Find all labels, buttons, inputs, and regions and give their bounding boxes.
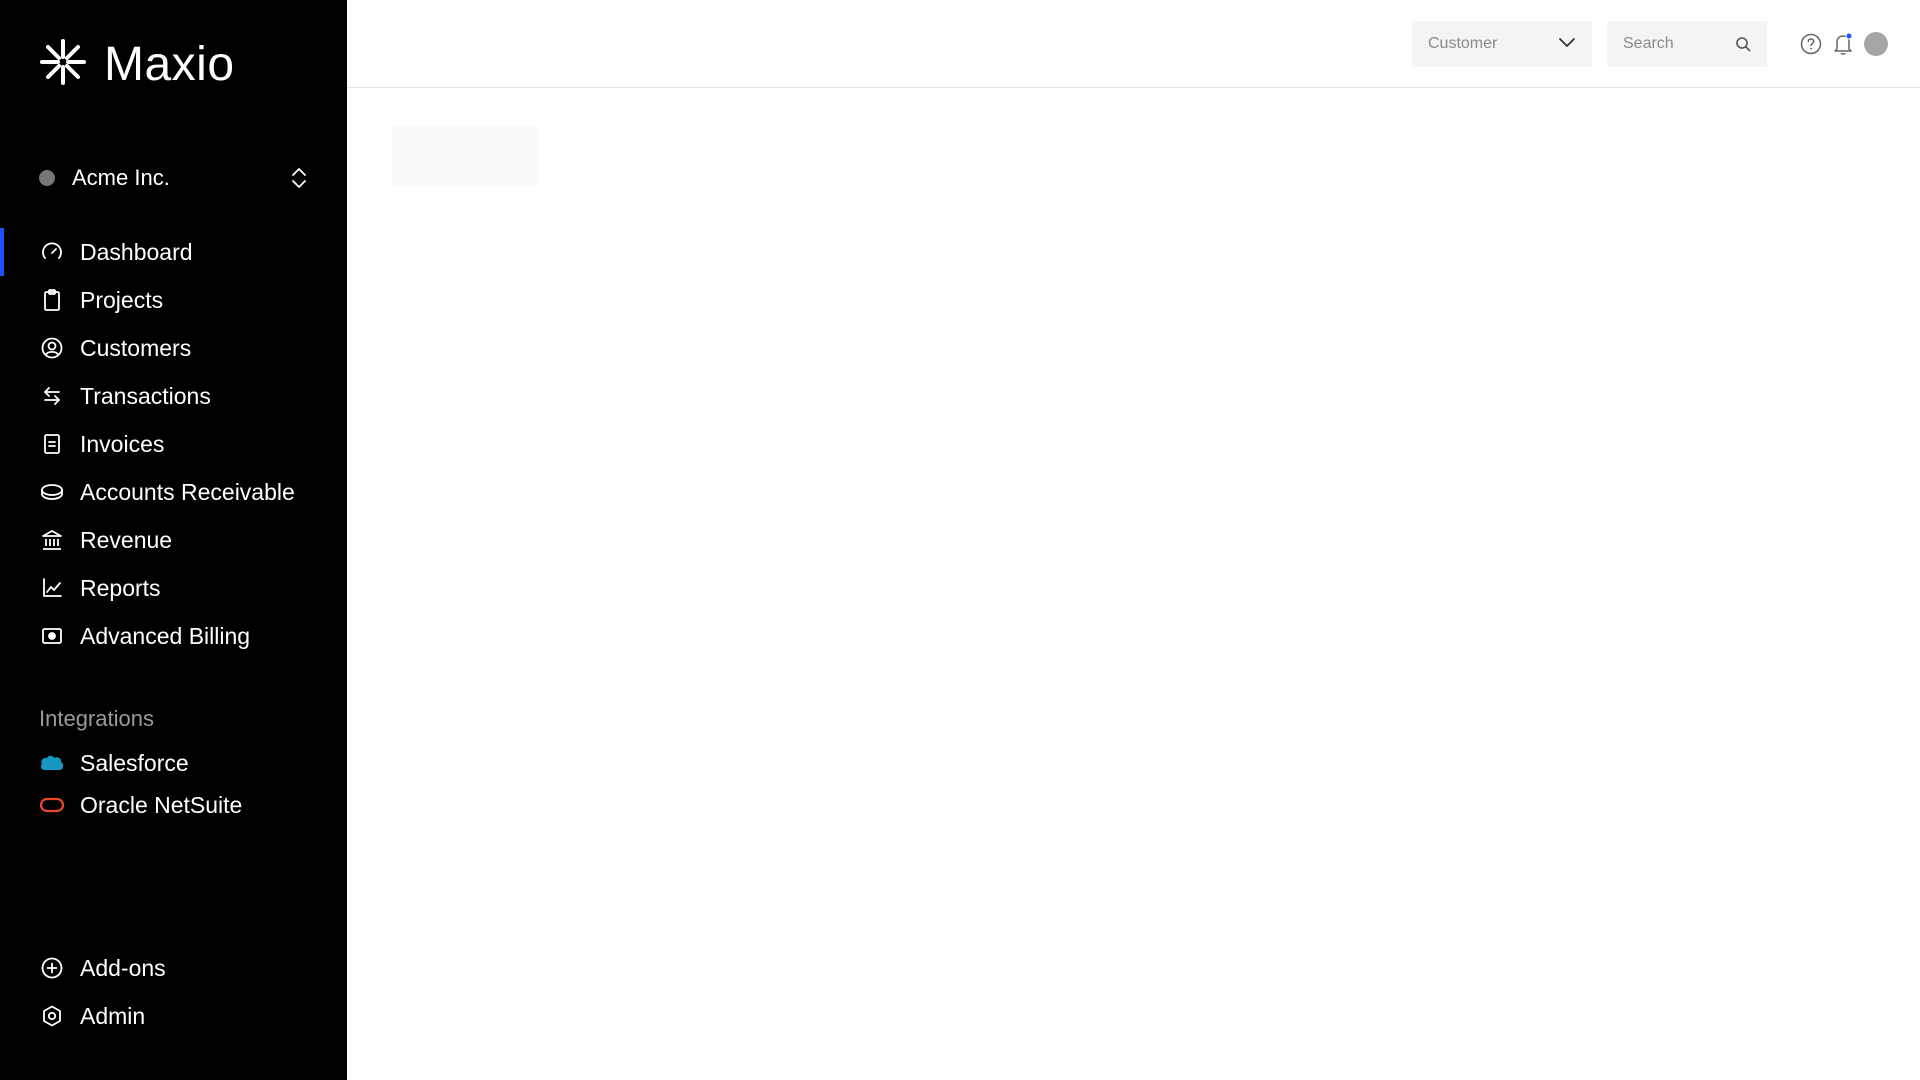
- org-switcher[interactable]: Acme Inc.: [39, 162, 309, 194]
- nav-label: Dashboard: [80, 238, 193, 265]
- salesforce-cloud-icon: [39, 750, 65, 776]
- nav-item-invoices[interactable]: Invoices: [0, 420, 347, 468]
- nav-item-admin[interactable]: Admin: [0, 992, 347, 1040]
- nav-item-accounts-receivable[interactable]: Accounts Receivable: [0, 468, 347, 516]
- nav-label: Revenue: [80, 526, 173, 553]
- user-circle-icon: [39, 335, 65, 361]
- org-status-dot: [39, 170, 55, 186]
- nav-item-reports[interactable]: Reports: [0, 564, 347, 612]
- nav-item-dashboard[interactable]: Dashboard: [0, 228, 347, 276]
- bell-icon[interactable]: [1831, 32, 1855, 56]
- help-circle-icon[interactable]: [1799, 32, 1823, 56]
- nav-label: Accounts Receivable: [80, 478, 295, 505]
- nav-label: Projects: [80, 286, 164, 313]
- gear-icon: [39, 1003, 65, 1029]
- bank-icon: [39, 527, 65, 553]
- nav-item-customers[interactable]: Customers: [0, 324, 347, 372]
- nav-label: Customers: [80, 334, 192, 361]
- document-icon: [39, 431, 65, 457]
- brand-logo[interactable]: Maxio: [39, 38, 235, 91]
- oracle-icon: [39, 792, 65, 818]
- chevron-up-down-icon[interactable]: [289, 166, 309, 190]
- nav-label: Advanced Billing: [80, 622, 251, 649]
- main-nav: Dashboard Projects Customers Transaction…: [0, 228, 347, 660]
- nav-item-add-ons[interactable]: Add-ons: [0, 944, 347, 992]
- search-input[interactable]: [1623, 35, 1733, 53]
- search-box: [1607, 21, 1767, 67]
- integration-oracle-netsuite[interactable]: Oracle NetSuite: [0, 784, 347, 826]
- nav-label: Invoices: [80, 430, 165, 457]
- customer-select[interactable]: Customer: [1412, 21, 1592, 67]
- nav-item-projects[interactable]: Projects: [0, 276, 347, 324]
- nav-item-advanced-billing[interactable]: Advanced Billing: [0, 612, 347, 660]
- integration-label: Salesforce: [80, 749, 189, 776]
- loading-placeholder: [392, 126, 538, 186]
- sidebar: Maxio Acme Inc. Dashboard Projects Custo…: [0, 0, 347, 1080]
- arrows-swap-icon: [39, 383, 65, 409]
- nav-label: Reports: [80, 574, 161, 601]
- nav-label: Add-ons: [80, 954, 166, 981]
- nav-label: Admin: [80, 1002, 146, 1029]
- money-icon: [39, 623, 65, 649]
- search-icon[interactable]: [1735, 36, 1751, 52]
- line-chart-icon: [39, 575, 65, 601]
- gauge-icon: [39, 239, 65, 265]
- customer-select-value: Customer: [1428, 35, 1498, 52]
- integration-label: Oracle NetSuite: [80, 791, 243, 818]
- integrations-heading: Integrations: [39, 706, 154, 731]
- avatar[interactable]: [1864, 32, 1888, 56]
- asterisk-logo-icon: [39, 38, 87, 91]
- bottom-nav: Add-ons Admin: [0, 944, 347, 1040]
- chevron-down-icon: [1558, 35, 1576, 53]
- clipboard-icon: [39, 287, 65, 313]
- integration-salesforce[interactable]: Salesforce: [0, 742, 347, 784]
- integrations-list: Salesforce Oracle NetSuite: [0, 742, 347, 826]
- coins-icon: [39, 479, 65, 505]
- org-name: Acme Inc.: [72, 165, 170, 190]
- plus-circle-icon: [39, 955, 65, 981]
- nav-label: Transactions: [80, 382, 211, 409]
- nav-item-revenue[interactable]: Revenue: [0, 516, 347, 564]
- nav-item-transactions[interactable]: Transactions: [0, 372, 347, 420]
- brand-name: Maxio: [104, 37, 235, 91]
